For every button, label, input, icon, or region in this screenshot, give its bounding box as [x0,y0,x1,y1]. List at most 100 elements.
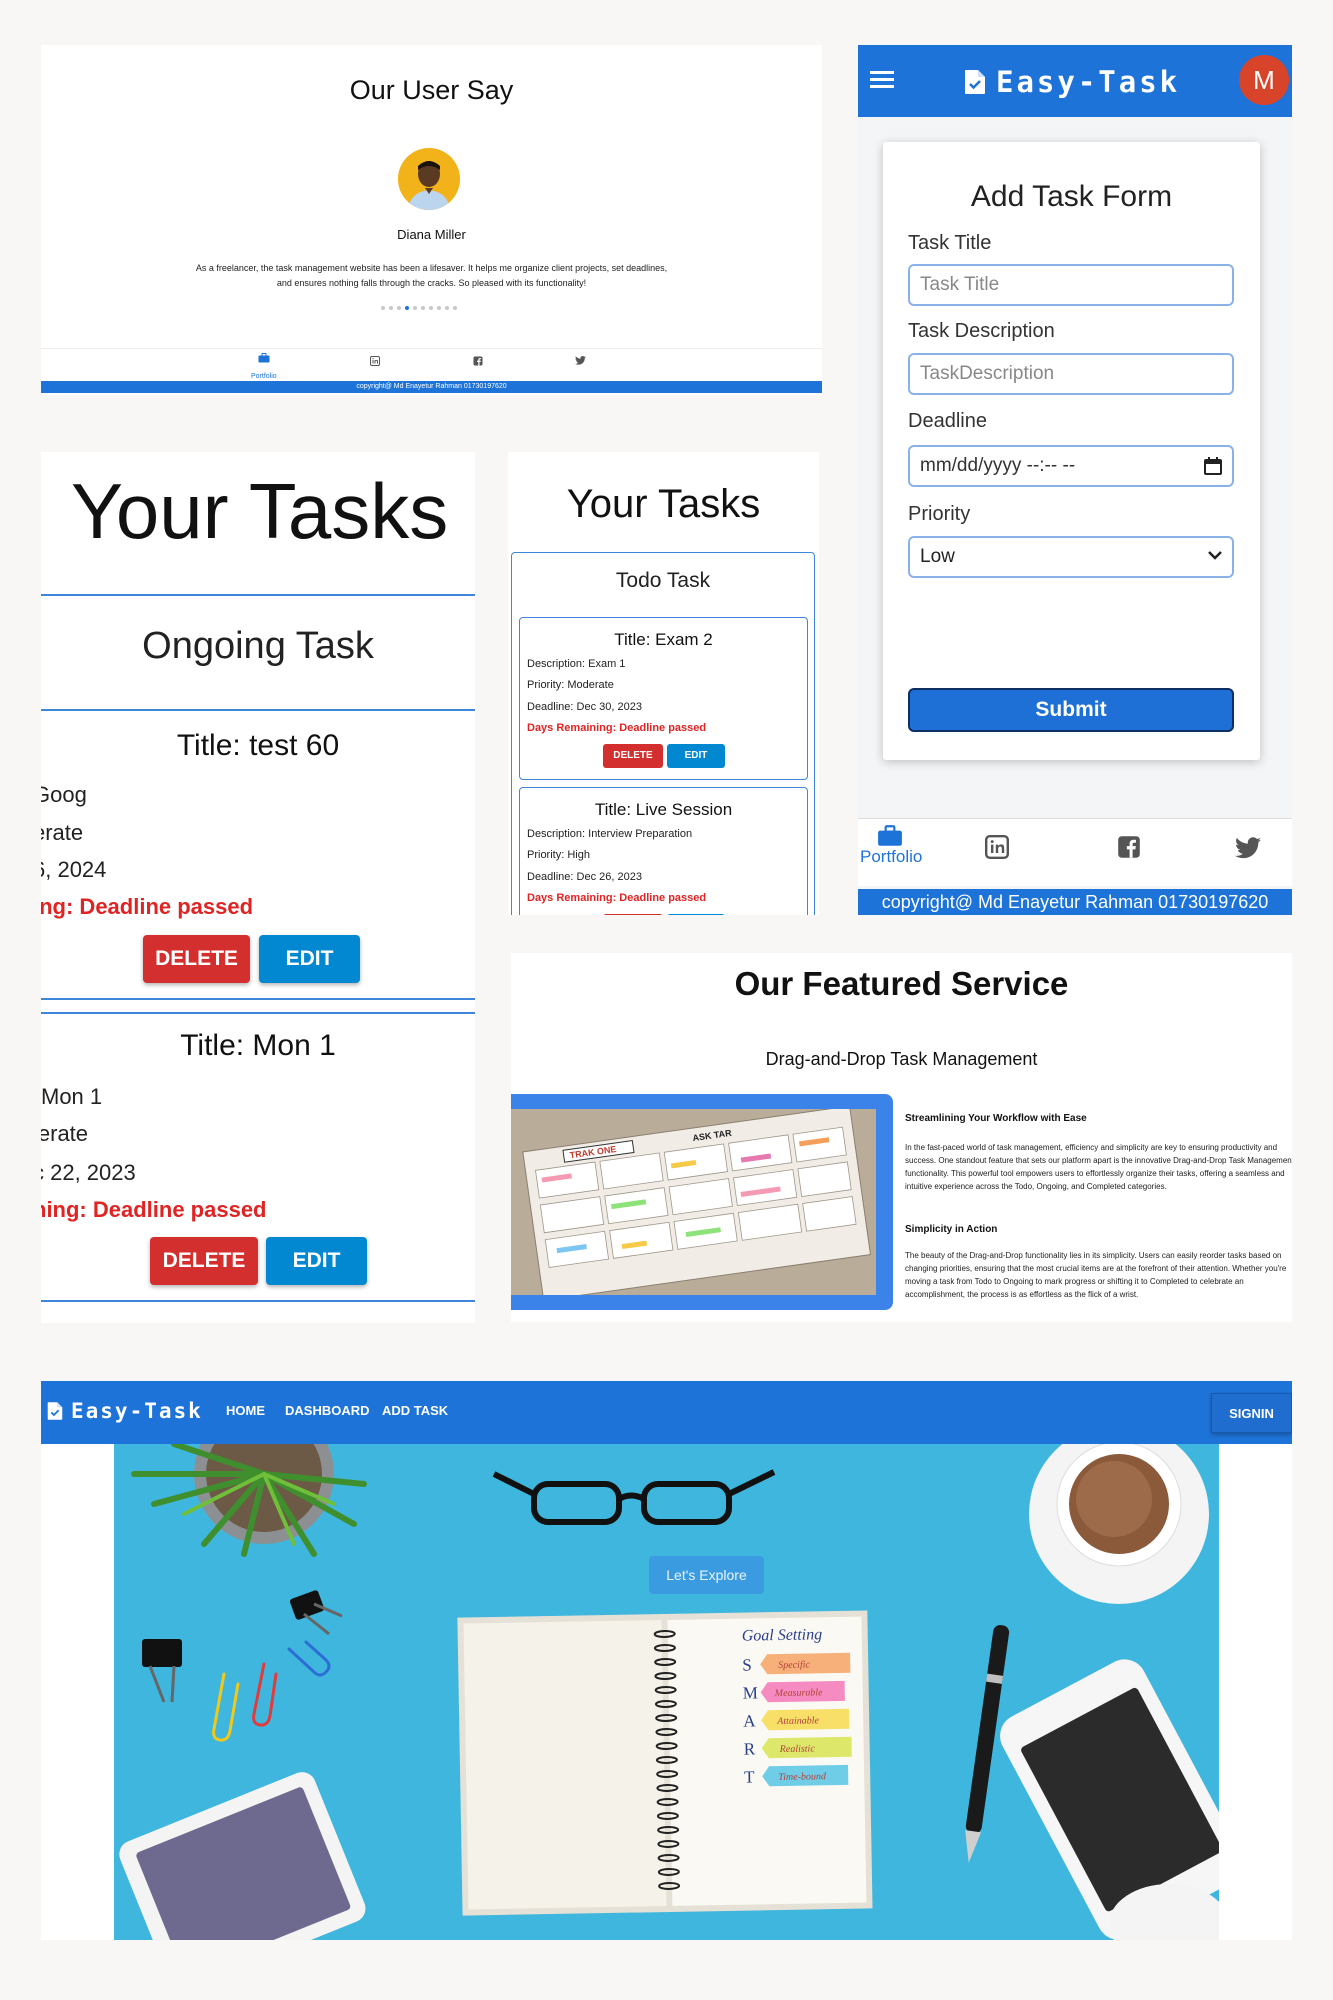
task-description: Mon 1 [41,1084,103,1109]
carousel-dot[interactable] [453,306,457,310]
user-avatar [398,148,460,210]
facebook-icon[interactable] [1117,835,1141,859]
quote-line: As a freelancer, the task management web… [195,263,668,273]
task-description: Description: Interview Preparation [527,828,693,840]
user-name: Diana Miller [397,227,466,242]
notebook-heading: Goal Setting [742,1626,823,1644]
column-title: Todo Task [615,569,711,592]
nav-add-task[interactable]: ADD TASK [382,1403,448,1418]
deadline-input[interactable]: mm/dd/yyyy --:-- -- [908,445,1234,487]
quote-line: and ensures nothing falls through the cr… [276,278,587,288]
copyright-bar: copyright@ Md Enayetur Rahman 0173019762… [41,381,822,393]
task-days-remaining: ning: Deadline passed [41,1197,267,1222]
divider [41,709,475,711]
carousel-dots[interactable] [381,306,457,310]
task-description: Goog [41,782,87,807]
lets-explore-button[interactable]: Let's Explore [649,1556,764,1594]
carousel-dot[interactable] [413,306,417,310]
section-title: Our Featured Service [734,965,1069,1002]
smart-letter: A [743,1711,756,1730]
task-title-input[interactable]: Task Title [908,264,1234,306]
twitter-icon[interactable] [1235,837,1261,859]
edit-button[interactable]: EDIT [667,914,725,915]
paragraph-heading: Streamlining Your Workflow with Ease [905,1113,1087,1124]
smart-word: Measurable [774,1687,824,1699]
nav-portfolio[interactable]: Portfolio [251,353,277,383]
divider [41,998,475,1000]
section-title: Ongoing Task [142,625,374,667]
nav-linkedin[interactable] [370,356,380,366]
task-deadline: c 22, 2023 [41,1160,136,1185]
task-priority: Priority: Moderate [527,679,614,691]
smart-letter: R [744,1739,756,1758]
submit-button[interactable]: Submit [908,688,1234,732]
paragraph-heading: Simplicity in Action [905,1224,998,1235]
carousel-dot[interactable] [421,306,425,310]
briefcase-icon [877,825,903,847]
nav-twitter[interactable] [575,356,586,365]
bottom-navigation: Portfolio [858,818,1292,886]
task-card[interactable]: Title: Exam 2 Description: Exam 1 Priori… [519,617,808,780]
nav-dashboard[interactable]: DASHBOARD [285,1403,370,1418]
nav-portfolio-label: Portfolio [860,847,923,866]
carousel-dot[interactable] [445,306,449,310]
divider [41,1012,475,1014]
priority-select[interactable]: Low [908,536,1234,578]
edit-button[interactable]: EDIT [266,1237,367,1285]
task-title: Title: Mon 1 [180,1029,336,1062]
carousel-dot[interactable] [429,306,433,310]
delete-button[interactable]: DELETE [603,914,663,915]
calendar-icon[interactable] [1204,457,1222,475]
task-title: Title: Live Session [594,800,733,819]
edit-button[interactable]: EDIT [259,935,360,983]
task-days-remaining: ing: Deadline passed [41,894,254,919]
nav-home[interactable]: HOME [226,1403,265,1418]
delete-button[interactable]: DELETE [603,744,663,768]
nav-portfolio[interactable]: Portfolio [860,825,923,867]
carousel-dot[interactable] [381,306,385,310]
nav-portfolio-label: Portfolio [251,373,277,380]
desktop-hero-panel: Easy-Task HOME DASHBOARD ADD TASK SIGNIN [41,1381,1292,1940]
task-deadline: Deadline: Dec 26, 2023 [527,871,642,883]
top-navbar: Easy-Task HOME DASHBOARD ADD TASK SIGNIN [41,1381,1292,1444]
priority-value: Low [920,546,955,567]
featured-service-panel: Our Featured Service Drag-and-Drop Task … [511,953,1292,1322]
add-task-form: Add Task Form Task Title Task Title Task… [883,142,1260,760]
paragraph: In the fast-paced world of task manageme… [905,1143,1292,1191]
brand-logo[interactable]: Easy-Task [47,1399,203,1423]
carousel-dot[interactable] [437,306,441,310]
edit-button[interactable]: EDIT [667,744,725,768]
nav-facebook[interactable] [473,356,483,366]
carousel-dot-active[interactable] [405,306,409,310]
deadline-label: Deadline [908,410,987,432]
hero-desk-illustration: Goal Setting S M A R T Specific Measurab… [114,1444,1219,1940]
deadline-placeholder: mm/dd/yyyy --:-- -- [920,455,1076,476]
brand-logo[interactable]: Easy-Task [964,65,1180,99]
facebook-icon [473,356,483,366]
delete-button[interactable]: DELETE [150,1237,258,1285]
task-days-remaining: Days Remaining: Deadline passed [527,892,707,904]
page-title: Your Tasks [566,482,761,526]
hero-banner: Goal Setting S M A R T Specific Measurab… [114,1444,1219,1940]
task-deadline: Deadline: Dec 30, 2023 [527,701,642,713]
carousel-dot[interactable] [397,306,401,310]
signin-button[interactable]: SIGNIN [1211,1393,1292,1433]
smart-word: Time-bound [778,1771,827,1783]
menu-icon[interactable] [870,70,894,88]
task-days-remaining: Days Remaining: Deadline passed [527,722,707,734]
task-description: Description: Exam 1 [527,658,626,670]
brand-name: Easy-Task [996,65,1181,99]
task-priority: lerate [41,1121,89,1146]
smart-word: Specific [778,1659,810,1671]
user-avatar[interactable]: M [1239,55,1289,105]
form-title: Add Task Form [970,180,1173,213]
testimonial-quote: As a freelancer, the task management web… [161,261,702,291]
smart-letter: S [742,1655,752,1674]
task-card[interactable]: Title: Live Session Description: Intervi… [519,787,808,915]
task-description-input[interactable]: TaskDescription [908,353,1234,395]
delete-button[interactable]: DELETE [143,935,250,983]
your-tasks-zoom-panel: Your Tasks Ongoing Task Title: test 60 G… [41,452,475,1323]
linkedin-icon[interactable] [985,835,1009,859]
smart-letter: M [743,1683,758,1702]
carousel-dot[interactable] [389,306,393,310]
